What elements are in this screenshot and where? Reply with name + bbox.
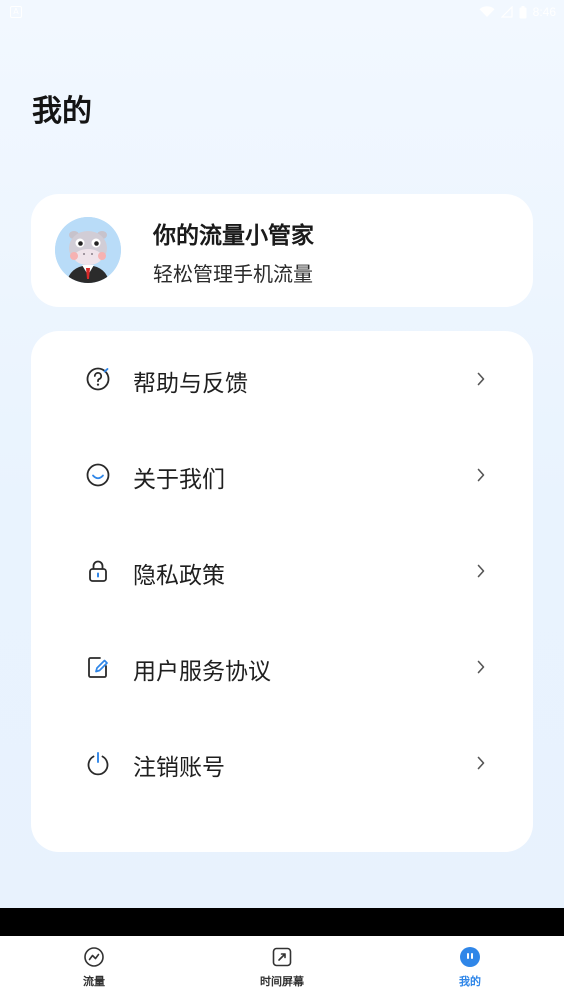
- menu-item-about-us[interactable]: 关于我们: [31, 427, 533, 523]
- signal-icon: [500, 6, 513, 18]
- nav-tab-traffic[interactable]: 流量: [0, 936, 188, 1002]
- page-title: 我的: [32, 94, 92, 129]
- profile-icon: [459, 946, 481, 968]
- wifi-icon: [479, 6, 495, 17]
- chevron-right-icon: [474, 561, 488, 581]
- nav-tab-profile[interactable]: 我的: [376, 936, 564, 1002]
- traffic-icon: [83, 946, 105, 968]
- settings-menu-card: 帮助与反馈 关于我们 隐私政策 用户服务协议 注销账号: [31, 331, 533, 852]
- profile-card[interactable]: 你的流量小管家 轻松管理手机流量: [31, 194, 533, 307]
- system-nav-gap: [0, 908, 564, 936]
- menu-item-label: 注销账号: [133, 755, 225, 781]
- profile-subtitle: 轻松管理手机流量: [153, 262, 313, 286]
- chevron-right-icon: [474, 465, 488, 485]
- menu-item-label: 帮助与反馈: [133, 371, 248, 397]
- status-bar-right: 8:46: [479, 5, 556, 19]
- help-feedback-icon: [84, 365, 112, 393]
- edit-document-icon: [84, 653, 112, 681]
- status-bar: A 8:46: [0, 0, 564, 24]
- nav-tab-label: 时间屏幕: [260, 975, 304, 988]
- menu-item-label: 用户服务协议: [133, 659, 271, 685]
- status-time: 8:46: [532, 5, 556, 19]
- notification-app-icon: A: [10, 6, 22, 18]
- chevron-right-icon: [474, 657, 488, 677]
- bottom-nav: 流量 时间屏幕 我的: [0, 936, 564, 1002]
- avatar[interactable]: [55, 217, 121, 283]
- menu-item-user-agreement[interactable]: 用户服务协议: [31, 619, 533, 715]
- screen-time-icon: [271, 946, 293, 968]
- menu-item-label: 关于我们: [133, 467, 225, 493]
- menu-item-privacy-policy[interactable]: 隐私政策: [31, 523, 533, 619]
- menu-item-delete-account[interactable]: 注销账号: [31, 715, 533, 811]
- cartoon-hippo-avatar-icon: [55, 217, 121, 283]
- nav-tab-label: 我的: [459, 975, 481, 988]
- battery-icon: [519, 5, 527, 18]
- chevron-right-icon: [474, 753, 488, 773]
- profile-title: 你的流量小管家: [153, 223, 314, 249]
- lock-icon: [84, 557, 112, 585]
- nav-tab-label: 流量: [83, 975, 105, 988]
- menu-item-label: 隐私政策: [133, 563, 225, 589]
- nav-tab-screen-time[interactable]: 时间屏幕: [188, 936, 376, 1002]
- power-icon: [84, 749, 112, 777]
- menu-item-help-feedback[interactable]: 帮助与反馈: [31, 331, 533, 427]
- status-bar-left: A: [10, 6, 22, 18]
- smile-icon: [84, 461, 112, 489]
- chevron-right-icon: [474, 369, 488, 389]
